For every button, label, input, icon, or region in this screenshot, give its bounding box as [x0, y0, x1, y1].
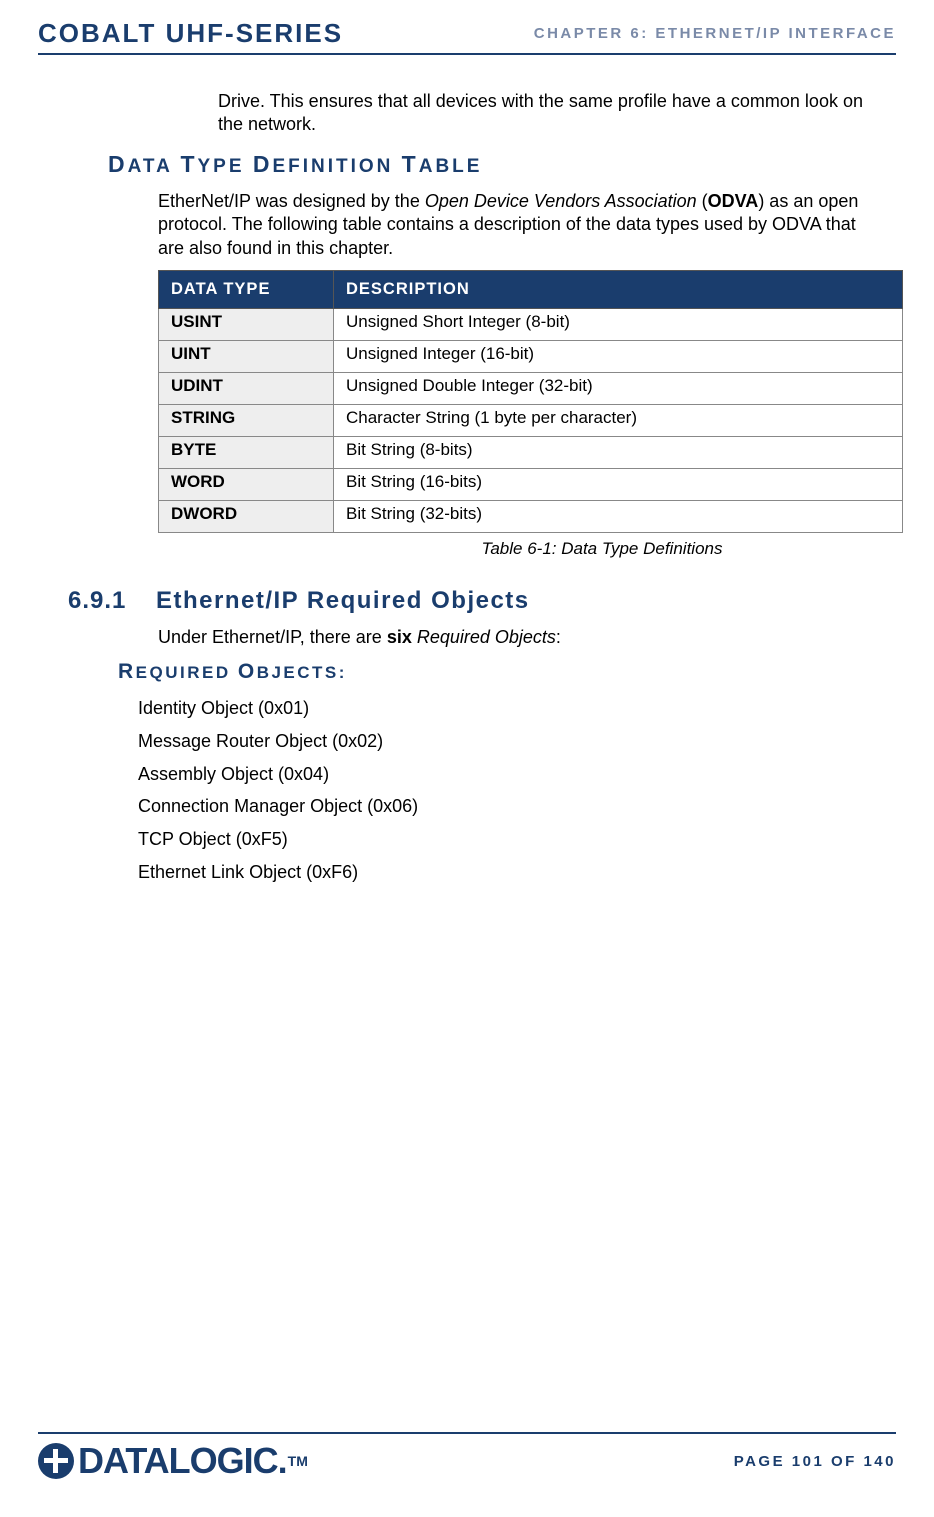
page-footer: DATALOGIC.TM PAGE 101 OF 140: [38, 1432, 896, 1482]
page-header: COBALT UHF-SERIES CHAPTER 6: ETHERNET/IP…: [38, 18, 896, 55]
heading-part: EQUIRED: [136, 663, 238, 682]
table-cell: USINT: [159, 308, 334, 340]
table-cell: UINT: [159, 340, 334, 372]
data-type-paragraph: EtherNet/IP was designed by the Open Dev…: [158, 190, 866, 260]
heading-letter: D: [253, 151, 273, 177]
section-title: Ethernet/IP Required Objects: [156, 587, 530, 615]
list-item: Assembly Object (0x04): [138, 760, 896, 789]
section-number: 6.9.1: [68, 587, 156, 615]
table-header-cell: DATA TYPE: [159, 270, 334, 308]
footer-logo: DATALOGIC.TM: [38, 1440, 308, 1482]
heading-letter: D: [108, 151, 128, 177]
list-item: Identity Object (0x01): [138, 694, 896, 723]
text-italic: Required Objects: [412, 627, 556, 647]
intro-paragraph: Drive. This ensures that all devices wit…: [218, 90, 866, 137]
section-heading-row: 6.9.1 Ethernet/IP Required Objects: [68, 587, 896, 615]
heading-letter: T: [180, 151, 197, 177]
table-cell: Character String (1 byte per character): [334, 404, 903, 436]
table-cell: UDINT: [159, 372, 334, 404]
heading-letter: R: [118, 660, 136, 683]
logo-tm: TM: [288, 1453, 308, 1469]
table-header-cell: DESCRIPTION: [334, 270, 903, 308]
heading-part: YPE: [198, 156, 253, 177]
table-cell: Bit String (32-bits): [334, 500, 903, 532]
page-number: PAGE 101 OF 140: [734, 1453, 896, 1470]
heading-part: ABLE: [419, 156, 483, 177]
table-cell: Unsigned Double Integer (32-bit): [334, 372, 903, 404]
table-caption: Table 6-1: Data Type Definitions: [158, 539, 866, 559]
text-part: Under Ethernet/IP, there are: [158, 627, 387, 647]
heading-part: :: [339, 663, 347, 682]
heading-part: EFINITION: [272, 156, 401, 177]
table-row: WORDBit String (16-bits): [159, 468, 903, 500]
required-objects-intro: Under Ethernet/IP, there are six Require…: [158, 627, 866, 648]
table-row: BYTEBit String (8-bits): [159, 436, 903, 468]
list-item: Message Router Object (0x02): [138, 727, 896, 756]
table-row: STRINGCharacter String (1 byte per chara…: [159, 404, 903, 436]
table-cell: BYTE: [159, 436, 334, 468]
logo-text: DATALOGIC.: [78, 1440, 287, 1482]
datalogic-logo-icon: [38, 1443, 74, 1479]
heading-letter: O: [238, 660, 257, 683]
text-part: :: [556, 627, 561, 647]
heading-part: BJECTS: [257, 663, 339, 682]
table-row: UINTUnsigned Integer (16-bit): [159, 340, 903, 372]
table-header-row: DATA TYPE DESCRIPTION: [159, 270, 903, 308]
list-item: TCP Object (0xF5): [138, 825, 896, 854]
data-type-table: DATA TYPE DESCRIPTION USINTUnsigned Shor…: [158, 270, 903, 533]
table-row: USINTUnsigned Short Integer (8-bit): [159, 308, 903, 340]
table-cell: WORD: [159, 468, 334, 500]
table-cell: STRING: [159, 404, 334, 436]
table-cell: Unsigned Short Integer (8-bit): [334, 308, 903, 340]
header-title-left: COBALT UHF-SERIES: [38, 18, 343, 49]
data-type-definition-heading: DATA TYPE DEFINITION TABLE: [108, 151, 896, 178]
header-title-right: CHAPTER 6: ETHERNET/IP INTERFACE: [534, 25, 896, 42]
text-bold: six: [387, 627, 412, 647]
list-item: Ethernet Link Object (0xF6): [138, 858, 896, 887]
text-part: (: [697, 191, 708, 211]
table-row: DWORDBit String (32-bits): [159, 500, 903, 532]
text-italic: Open Device Vendors Association: [425, 191, 697, 211]
required-objects-heading: REQUIRED OBJECTS:: [118, 660, 896, 684]
table-cell: DWORD: [159, 500, 334, 532]
required-objects-list: Identity Object (0x01) Message Router Ob…: [138, 694, 896, 887]
table-row: UDINTUnsigned Double Integer (32-bit): [159, 372, 903, 404]
table-cell: Bit String (16-bits): [334, 468, 903, 500]
text-part: EtherNet/IP was designed by the: [158, 191, 425, 211]
table-cell: Bit String (8-bits): [334, 436, 903, 468]
text-bold: ODVA: [708, 191, 759, 211]
list-item: Connection Manager Object (0x06): [138, 792, 896, 821]
heading-letter: T: [402, 151, 419, 177]
heading-part: ATA: [128, 156, 181, 177]
table-cell: Unsigned Integer (16-bit): [334, 340, 903, 372]
